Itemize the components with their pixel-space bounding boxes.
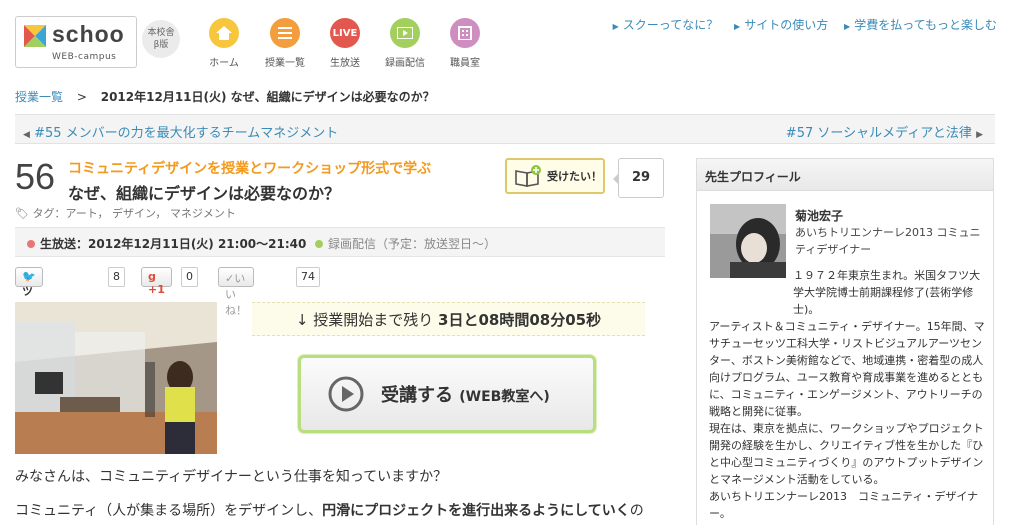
link-premium[interactable]: ▶ 学費を払ってもっと楽しむ xyxy=(844,18,997,32)
triangle-right-icon: ▶ xyxy=(734,22,741,31)
lesson-photo xyxy=(15,302,217,454)
intro-p2-bold: 円滑にプロジェクトを進行出来るようにしていく xyxy=(322,503,630,519)
tag-icon: 🏷 xyxy=(15,207,29,220)
nav-lessons[interactable]: 授業一覧 xyxy=(260,18,310,69)
broadcast-info: 生放送：2012年12月11日(火) 21:00〜21:40 録画配信（予定：放… xyxy=(15,227,665,257)
live-badge-text: LIVE xyxy=(332,27,358,39)
nav-staffroom[interactable]: 職員室 xyxy=(440,18,490,69)
countdown-value: 3日と08時間08分05秒 xyxy=(438,311,602,329)
gplus-button[interactable]: g +1 xyxy=(141,267,172,296)
nav-recorded-label: 録画配信 xyxy=(385,58,425,69)
next-lesson-link[interactable]: #57 ソーシャルメディアと法律 ▶ xyxy=(786,122,983,141)
intro-p2-part3: の xyxy=(629,503,644,519)
logo-subtext: WEB-campus xyxy=(52,52,117,62)
recorded-dot-icon xyxy=(315,240,323,248)
breadcrumb: 授業一覧 > 2012年12月11日(火) なぜ、組織にデザインは必要なのか？ xyxy=(15,88,435,105)
logo-text: schoo xyxy=(52,21,125,47)
intro-p2-part1: コミュニティ（人が集まる場所）をデザインし、 xyxy=(15,503,323,519)
triangle-right-icon: ▶ xyxy=(976,130,983,140)
tweet-button[interactable]: 🐦ツイートする xyxy=(15,267,43,378)
teacher-bio-1: １９７２年東京生まれ。米国タフツ大学大学院博士前期課程修了(芸術学修士)。 xyxy=(793,269,981,316)
breadcrumb-separator: > xyxy=(76,90,87,104)
triangle-right-icon: ▶ xyxy=(844,22,851,31)
triangle-right-icon: ▶ xyxy=(612,22,619,31)
teacher-bio: １９７２年東京生まれ。米国タフツ大学大学院博士前期課程修了(芸術学修士)。 アー… xyxy=(709,267,987,522)
like-count: 74 xyxy=(296,267,320,287)
tweet-count: 8 xyxy=(108,267,125,287)
nav-staffroom-label: 職員室 xyxy=(450,58,480,69)
schoo-logo[interactable]: schoo WEB-campus xyxy=(15,16,137,68)
recorded-schedule: 録画配信（予定：放送翌日〜） xyxy=(315,235,496,252)
attend-class-sub: (WEB教室へ) xyxy=(459,389,550,405)
countdown-prefix: ↓ 授業開始まで残り xyxy=(295,311,434,329)
gplus-icon: g xyxy=(148,270,156,283)
nav-home[interactable]: ホーム xyxy=(199,18,249,69)
nav-lessons-label: 授業一覧 xyxy=(265,58,305,69)
recorded-label: 録画配信（予定：放送翌日〜） xyxy=(328,237,497,251)
lesson-tags-text[interactable]: タグ：アート， デザイン， マネジメント xyxy=(32,207,235,220)
countdown-banner: ↓ 授業開始まで残り 3日と08時間08分05秒 xyxy=(252,302,645,336)
attend-class-main: 受講する xyxy=(381,385,453,406)
live-dot-icon xyxy=(27,240,35,248)
lesson-tags: 🏷 タグ：アート， デザイン， マネジメント xyxy=(15,205,236,221)
live-icon: LIVE xyxy=(330,18,360,48)
logo-mark-icon xyxy=(24,25,46,47)
video-icon xyxy=(390,18,420,48)
teacher-bio-4: あいちトリエンナーレ2013 コミュニティ・デザイナー。 xyxy=(709,490,979,520)
teacher-bio-2: アーティスト＆コミュニティ・デザイナー。15年間、マサチューセッツ工科大学・リス… xyxy=(709,320,985,418)
nav-live[interactable]: LIVE 生放送 xyxy=(320,18,370,69)
twitter-bird-icon: 🐦 xyxy=(22,270,36,283)
live-label: 生放送： xyxy=(40,237,89,251)
attend-class-button[interactable]: 受講する (WEB教室へ) xyxy=(298,355,596,433)
teacher-profile-panel: 先生プロフィール 菊池宏子 あいちトリエンナーレ2013 コミュニティデザイナー… xyxy=(696,158,994,525)
intro-paragraph-1: みなさんは、コミュニティデザイナーという仕事を知っていますか？ xyxy=(15,469,448,485)
want-to-take-button[interactable]: 受けたい！ xyxy=(505,158,605,194)
nav-home-label: ホーム xyxy=(209,58,239,69)
intro-paragraph-2: コミュニティ（人が集まる場所）をデザインし、円滑にプロジェクトを進行出来るように… xyxy=(15,500,644,520)
link-howto-label: サイトの使い方 xyxy=(744,18,829,32)
live-time: 2012年12月11日(火) 21:00〜21:40 xyxy=(88,237,307,251)
triangle-left-icon: ◀ xyxy=(23,130,30,140)
lesson-subtitle[interactable]: コミュニティデザインを授業とワークショップ形式で学ぶ xyxy=(68,158,431,178)
lesson-title: なぜ、組織にデザインは必要なのか？ xyxy=(68,184,341,203)
teacher-bio-3: 現在は、東京を拠点に、ワークショップやプロジェクト開発の経験を生かし、クリエイテ… xyxy=(709,422,984,486)
nav-live-label: 生放送 xyxy=(330,58,360,69)
breadcrumb-current: 2012年12月11日(火) なぜ、組織にデザインは必要なのか？ xyxy=(100,90,435,104)
checkmark-icon: ✓ xyxy=(225,272,235,285)
lesson-number: 56 xyxy=(15,156,56,197)
list-icon xyxy=(270,18,300,48)
nav-recorded[interactable]: 録画配信 xyxy=(380,18,430,69)
prev-lesson-link[interactable]: ◀ #55 メンバーの力を最大化するチームマネジメント xyxy=(23,122,338,141)
book-icon xyxy=(515,165,541,187)
attend-class-label: 受講する (WEB教室へ) xyxy=(381,381,550,407)
teacher-name[interactable]: 菊池宏子 xyxy=(795,207,843,224)
link-premium-label: 学費を払ってもっと楽しむ xyxy=(854,18,997,32)
beta-badge: 本校舎 β版 xyxy=(142,20,180,58)
link-about-label: スクーってなに？ xyxy=(622,18,719,32)
live-schedule: 生放送：2012年12月11日(火) 21:00〜21:40 xyxy=(27,235,306,252)
want-to-take-count: 29 xyxy=(613,158,664,198)
link-about[interactable]: ▶ スクーってなに？ xyxy=(613,18,719,32)
play-icon xyxy=(328,376,364,412)
home-icon xyxy=(209,18,239,48)
profile-heading: 先生プロフィール xyxy=(697,159,993,191)
prev-lesson-label: #55 メンバーの力を最大化するチームマネジメント xyxy=(34,126,339,141)
link-howto[interactable]: ▶ サイトの使い方 xyxy=(734,18,828,32)
building-icon xyxy=(450,18,480,48)
teacher-role: あいちトリエンナーレ2013 コミュニティデザイナー xyxy=(795,226,981,256)
gplus-label: +1 xyxy=(148,283,165,296)
beta-line2: β版 xyxy=(153,40,169,50)
header-links: ▶ スクーってなに？ ▶ サイトの使い方 ▶ 学費を払ってもっと楽しむ xyxy=(601,16,997,33)
next-lesson-label: #57 ソーシャルメディアと法律 xyxy=(785,126,972,141)
beta-line1: 本校舎 xyxy=(147,28,175,38)
lesson-pager: ◀ #55 メンバーの力を最大化するチームマネジメント #57 ソーシャルメディ… xyxy=(15,114,995,144)
like-button[interactable]: ✓いいね！ xyxy=(218,267,254,317)
breadcrumb-parent[interactable]: 授業一覧 xyxy=(15,90,63,104)
want-to-take-label: 受けたい！ xyxy=(547,170,602,183)
gplus-count: 0 xyxy=(181,267,198,287)
